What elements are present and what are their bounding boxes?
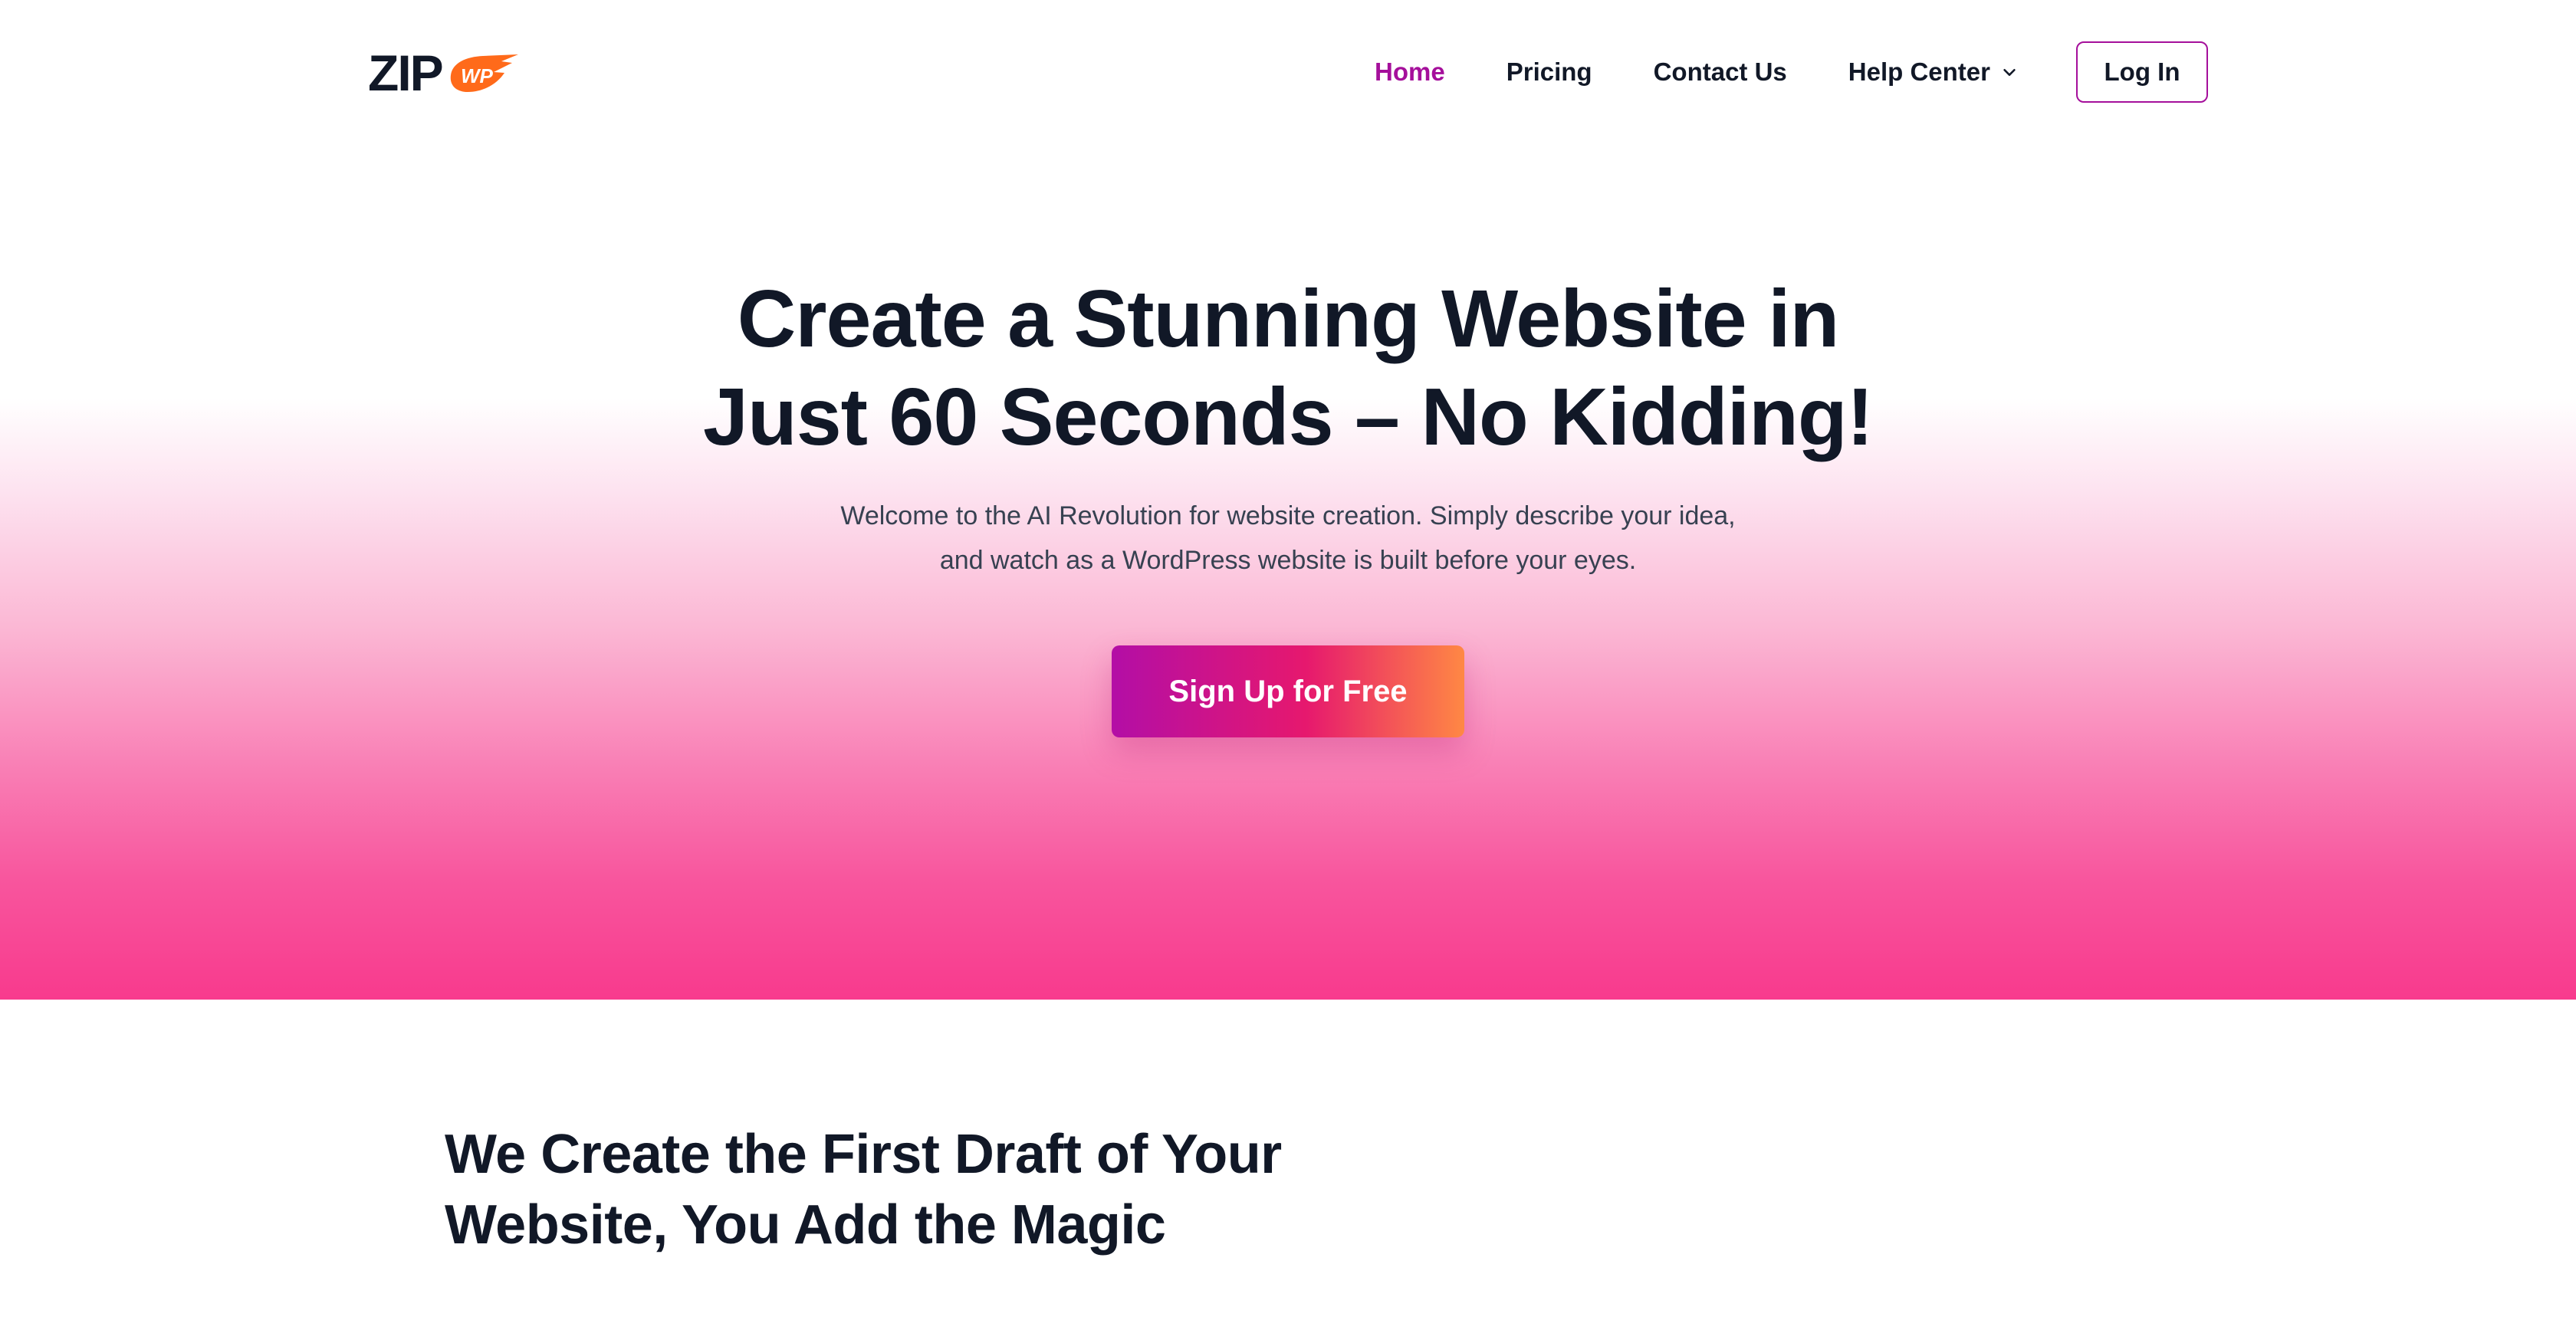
zipwp-logo[interactable]: ZIP WP [368,44,518,100]
nav-home-label: Home [1375,57,1445,86]
section-title-line-2: Website, You Add the Magic [445,1194,1166,1256]
hero-subtitle: Welcome to the AI Revolution for website… [0,494,2576,583]
nav-contact-us-label: Contact Us [1653,57,1787,86]
nav-help-center[interactable]: Help Center [1848,57,2018,87]
nav-contact-us[interactable]: Contact Us [1654,57,1787,87]
nav-home[interactable]: Home [1375,57,1445,87]
logo-text: ZIP [368,44,442,100]
main-nav: Home Pricing Contact Us Help Center Log … [1375,40,2208,104]
site-header: ZIP WP Home Pricing Contact Us Help Cent… [0,0,2576,143]
hero-subtitle-line-2: and watch as a WordPress website is buil… [939,546,1637,575]
chevron-down-icon [2003,68,2016,76]
sign-up-button[interactable]: Sign Up for Free [1112,645,1464,737]
nav-pricing[interactable]: Pricing [1506,57,1592,87]
hero-title: Create a Stunning Website in Just 60 Sec… [0,270,2576,466]
hero-title-line-1: Create a Stunning Website in [737,274,1840,364]
nav-pricing-label: Pricing [1506,57,1592,86]
hero-section: Create a Stunning Website in Just 60 Sec… [0,0,2576,1000]
login-button[interactable]: Log In [2076,41,2208,103]
section-title-line-1: We Create the First Draft of Your [445,1124,1282,1185]
section-title: We Create the First Draft of Your Websit… [445,1119,1282,1260]
hero-title-line-2: Just 60 Seconds – No Kidding! [703,372,1874,462]
hero-subtitle-line-1: Welcome to the AI Revolution for website… [840,501,1736,530]
nav-help-center-label: Help Center [1848,57,1990,86]
logo-badge-text: WP [461,64,494,87]
